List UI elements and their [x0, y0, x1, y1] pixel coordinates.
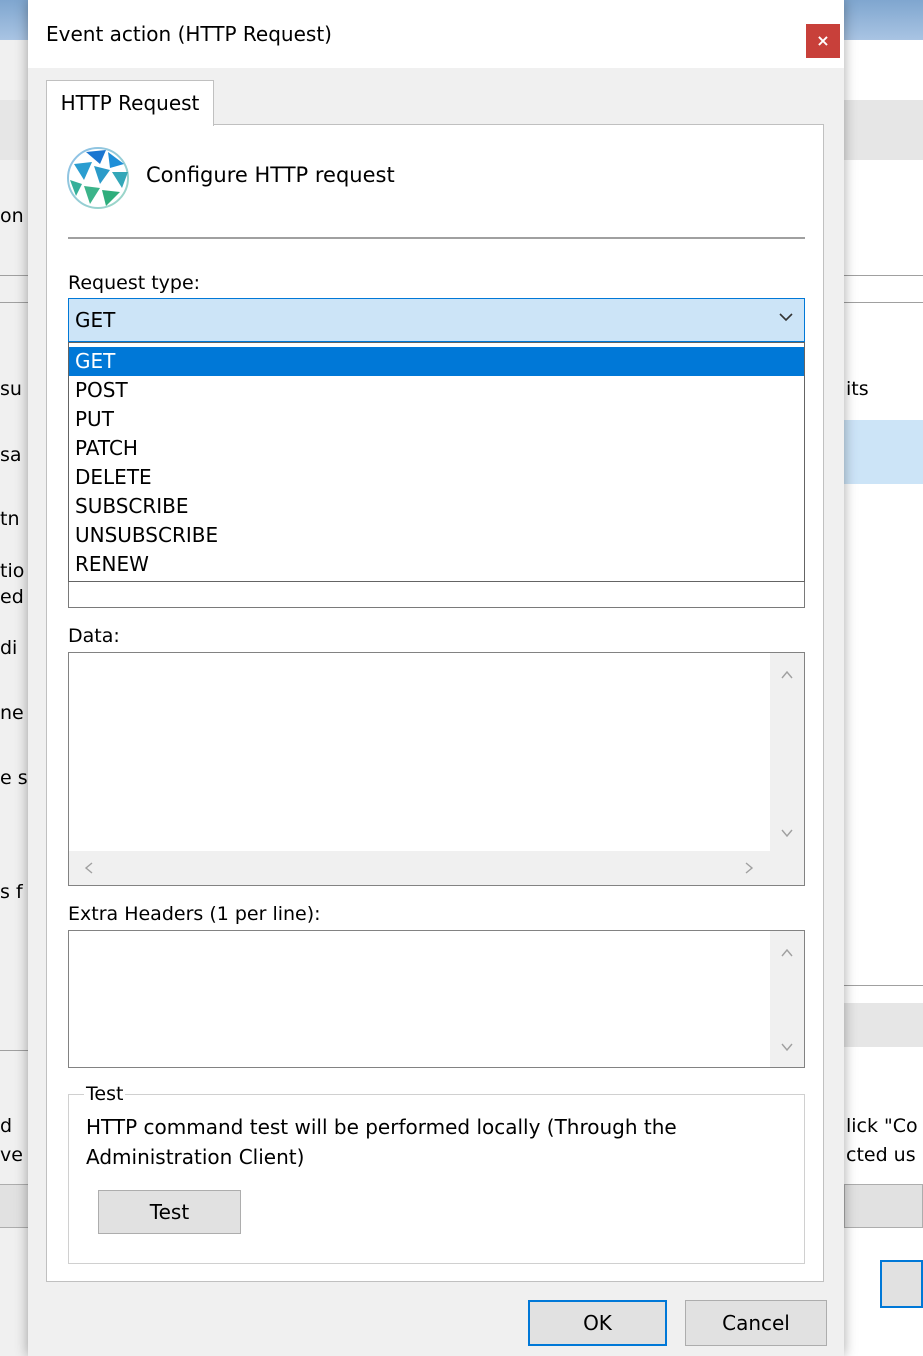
option-post[interactable]: POST — [69, 376, 804, 405]
background-divider — [844, 985, 923, 986]
extra-headers-textarea[interactable] — [68, 930, 805, 1068]
background-text: s f — [0, 881, 23, 903]
scroll-down-icon[interactable] — [779, 825, 795, 841]
dialog-title: Event action (HTTP Request) — [46, 22, 332, 46]
chevron-down-icon[interactable] — [776, 307, 796, 327]
test-group-legend: Test — [84, 1083, 126, 1105]
network-globe-icon — [67, 147, 129, 209]
background-divider — [844, 275, 923, 276]
request-type-dropdown-list: GET POST PUT PATCH DELETE SUBSCRIBE UNSU… — [68, 342, 805, 582]
header-separator — [68, 237, 805, 239]
background-text: sa — [0, 444, 22, 466]
background-button[interactable] — [0, 1184, 30, 1228]
request-type-label: Request type: — [68, 272, 201, 294]
test-description: HTTP command test will be performed loca… — [86, 1115, 677, 1169]
option-subscribe[interactable]: SUBSCRIBE — [69, 492, 804, 521]
background-divider — [0, 275, 30, 276]
background-text: cted us — [846, 1144, 916, 1166]
background-text: tio — [0, 560, 25, 582]
background-titlebar-right — [844, 0, 923, 40]
scroll-right-icon[interactable] — [741, 860, 757, 876]
background-text: e s — [0, 767, 28, 789]
background-text: su — [0, 378, 22, 400]
background-selected-row[interactable] — [844, 420, 923, 484]
background-text: on — [0, 205, 24, 227]
background-toolbar-right — [844, 100, 923, 160]
option-get[interactable]: GET — [69, 347, 804, 376]
data-textarea[interactable] — [68, 652, 805, 886]
scroll-down-icon[interactable] — [779, 1039, 795, 1055]
background-divider — [0, 1050, 30, 1051]
close-button[interactable]: × — [806, 24, 840, 58]
background-text: tn — [0, 508, 20, 530]
cancel-button[interactable]: Cancel — [685, 1300, 827, 1346]
scroll-up-icon[interactable] — [779, 945, 795, 961]
background-panel — [844, 1003, 923, 1047]
data-horizontal-scrollbar[interactable] — [69, 851, 770, 885]
background-text: ne — [0, 702, 24, 724]
scroll-up-icon[interactable] — [779, 667, 795, 683]
background-divider — [0, 302, 30, 303]
scrollbar-corner — [770, 851, 804, 885]
option-renew[interactable]: RENEW — [69, 550, 804, 579]
extra-headers-label: Extra Headers (1 per line): — [68, 903, 321, 925]
background-text: ed — [0, 586, 24, 608]
option-patch[interactable]: PATCH — [69, 434, 804, 463]
request-type-value: GET — [75, 308, 116, 332]
background-button[interactable] — [844, 1184, 923, 1228]
background-text: ve — [0, 1144, 23, 1166]
background-text: its — [846, 378, 869, 400]
data-label: Data: — [68, 625, 120, 647]
scroll-left-icon[interactable] — [81, 860, 97, 876]
option-put[interactable]: PUT — [69, 405, 804, 434]
background-text: lick "Co — [846, 1115, 918, 1137]
background-toolbar-left — [0, 100, 30, 160]
ok-button[interactable]: OK — [528, 1300, 667, 1346]
option-delete[interactable]: DELETE — [69, 463, 804, 492]
header-title: Configure HTTP request — [146, 163, 395, 187]
background-divider — [844, 302, 923, 303]
test-button[interactable]: Test — [98, 1190, 241, 1234]
option-unsubscribe[interactable]: UNSUBSCRIBE — [69, 521, 804, 550]
background-text: di — [0, 637, 18, 659]
request-type-select[interactable]: GET — [68, 298, 805, 342]
tab-http-request[interactable]: HTTP Request — [46, 80, 214, 126]
background-titlebar-left — [0, 0, 30, 40]
background-text: d — [0, 1115, 13, 1137]
extra-headers-vertical-scrollbar[interactable] — [770, 931, 804, 1067]
dialog-titlebar[interactable]: Event action (HTTP Request) × — [28, 0, 844, 68]
data-vertical-scrollbar[interactable] — [770, 653, 804, 851]
background-default-button[interactable] — [880, 1260, 923, 1308]
